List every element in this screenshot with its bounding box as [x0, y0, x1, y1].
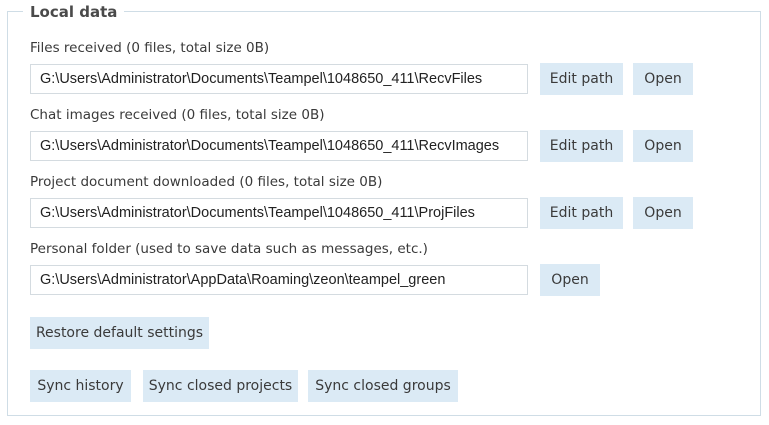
- chat-images-label: Chat images received (0 files, total siz…: [30, 107, 325, 123]
- project-documents-path-field[interactable]: G:\Users\Administrator\Documents\Teampel…: [30, 198, 528, 228]
- chat-images-edit-path-button[interactable]: Edit path: [540, 130, 623, 162]
- chat-images-open-button[interactable]: Open: [633, 130, 693, 162]
- restore-default-settings-button[interactable]: Restore default settings: [30, 317, 209, 349]
- files-received-open-button[interactable]: Open: [633, 63, 693, 95]
- files-received-edit-path-button[interactable]: Edit path: [540, 63, 623, 95]
- group-title: Local data: [23, 1, 125, 23]
- files-received-label: Files received (0 files, total size 0B): [30, 40, 270, 56]
- personal-folder-label: Personal folder (used to save data such …: [30, 241, 428, 257]
- project-documents-label: Project document downloaded (0 files, to…: [30, 174, 383, 190]
- chat-images-path-field[interactable]: G:\Users\Administrator\Documents\Teampel…: [30, 131, 528, 161]
- personal-folder-path-field[interactable]: G:\Users\Administrator\AppData\Roaming\z…: [30, 265, 528, 295]
- project-documents-edit-path-button[interactable]: Edit path: [540, 197, 623, 229]
- personal-folder-open-button[interactable]: Open: [540, 264, 600, 296]
- files-received-path-field[interactable]: G:\Users\Administrator\Documents\Teampel…: [30, 64, 528, 94]
- sync-closed-projects-button[interactable]: Sync closed projects: [143, 370, 298, 402]
- sync-history-button[interactable]: Sync history: [30, 370, 131, 402]
- project-documents-open-button[interactable]: Open: [633, 197, 693, 229]
- sync-closed-groups-button[interactable]: Sync closed groups: [308, 370, 458, 402]
